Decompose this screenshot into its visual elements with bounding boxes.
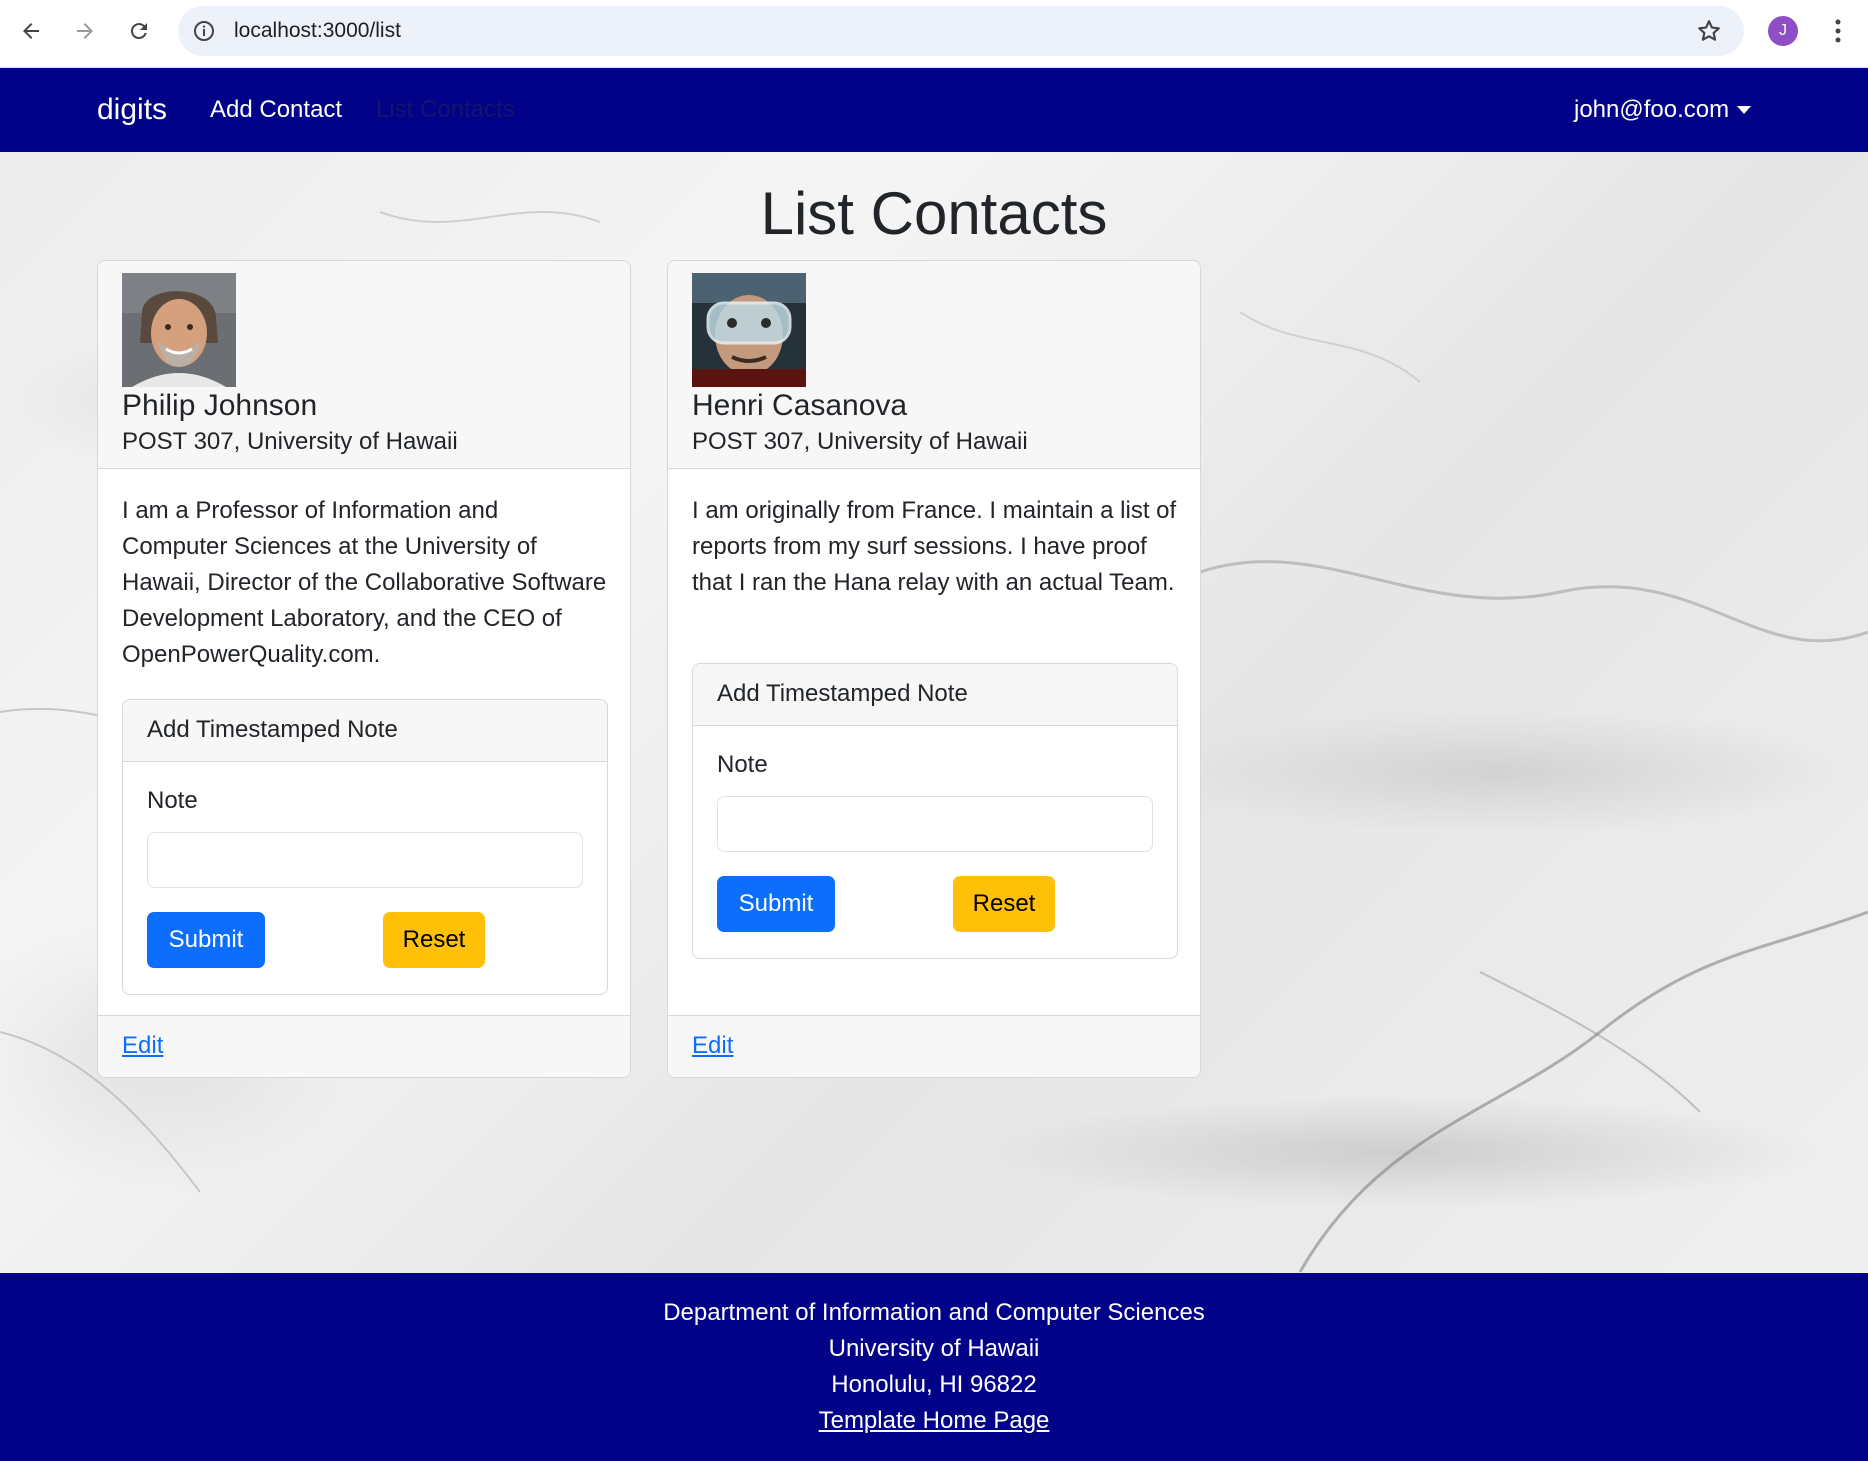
profile-avatar[interactable]: J — [1768, 16, 1798, 46]
contact-name: Henri Casanova — [692, 389, 908, 422]
more-menu-icon[interactable] — [1826, 16, 1850, 46]
site-info-icon[interactable] — [192, 19, 216, 43]
forward-icon[interactable] — [68, 14, 102, 48]
card-header: Philip Johnson POST 307, University of H… — [98, 261, 630, 469]
note-label: Note — [147, 787, 198, 814]
contact-photo — [122, 273, 236, 387]
add-note-form: Add Timestamped Note Note Submit Reset — [122, 699, 608, 995]
contact-description: I am originally from France. I maintain … — [692, 497, 1177, 596]
reset-button[interactable]: Reset — [953, 876, 1055, 932]
template-home-link[interactable]: Template Home Page — [819, 1407, 1050, 1434]
reset-button[interactable]: Reset — [383, 912, 485, 968]
user-email: john@foo.com — [1574, 96, 1730, 123]
submit-button[interactable]: Submit — [717, 876, 835, 932]
note-form-header: Add Timestamped Note — [123, 700, 607, 762]
contact-description: I am a Professor of Information and Comp… — [122, 497, 607, 668]
nav-list-contacts[interactable]: List Contacts — [376, 95, 515, 125]
contact-card: Henri Casanova POST 307, University of H… — [667, 260, 1201, 1078]
browser-toolbar: localhost:3000/list J — [0, 0, 1868, 68]
note-label: Note — [717, 751, 768, 778]
user-dropdown[interactable]: john@foo.com — [1574, 95, 1752, 125]
brand-logo[interactable]: digits — [97, 92, 167, 128]
contact-address: POST 307, University of Hawaii — [122, 428, 458, 455]
contact-photo — [692, 273, 806, 387]
page-title: List Contacts — [760, 180, 1108, 247]
footer-university: University of Hawaii — [828, 1335, 1040, 1362]
reload-icon[interactable] — [122, 14, 156, 48]
bookmark-star-icon[interactable] — [1696, 18, 1722, 44]
note-input[interactable] — [147, 832, 583, 888]
edit-link[interactable]: Edit — [122, 1031, 163, 1061]
nav-add-contact[interactable]: Add Contact — [210, 95, 342, 125]
app-navbar: digits Add Contact List Contacts john@fo… — [0, 68, 1868, 152]
note-input[interactable] — [717, 796, 1153, 852]
footer-city: Honolulu, HI 96822 — [831, 1371, 1037, 1398]
url-text[interactable]: localhost:3000/list — [234, 18, 401, 44]
add-note-form: Add Timestamped Note Note Submit Reset — [692, 663, 1178, 959]
caret-down-icon — [1737, 106, 1752, 114]
edit-link[interactable]: Edit — [692, 1031, 733, 1061]
card-header: Henri Casanova POST 307, University of H… — [668, 261, 1200, 469]
contact-card: Philip Johnson POST 307, University of H… — [97, 260, 631, 1078]
footer-department: Department of Information and Computer S… — [663, 1299, 1205, 1326]
note-form-title: Add Timestamped Note — [717, 680, 968, 707]
address-bar[interactable]: localhost:3000/list — [178, 6, 1744, 56]
note-form-header: Add Timestamped Note — [693, 664, 1177, 726]
main-content: List Contacts Philip Johnson POST 307, U… — [0, 152, 1868, 1273]
contact-address: POST 307, University of Hawaii — [692, 428, 1028, 455]
back-icon[interactable] — [14, 14, 48, 48]
submit-button[interactable]: Submit — [147, 912, 265, 968]
card-footer: Edit — [98, 1015, 630, 1077]
note-form-title: Add Timestamped Note — [147, 716, 398, 743]
page-footer: Department of Information and Computer S… — [0, 1273, 1868, 1461]
card-footer: Edit — [668, 1015, 1200, 1077]
contact-name: Philip Johnson — [122, 389, 318, 422]
